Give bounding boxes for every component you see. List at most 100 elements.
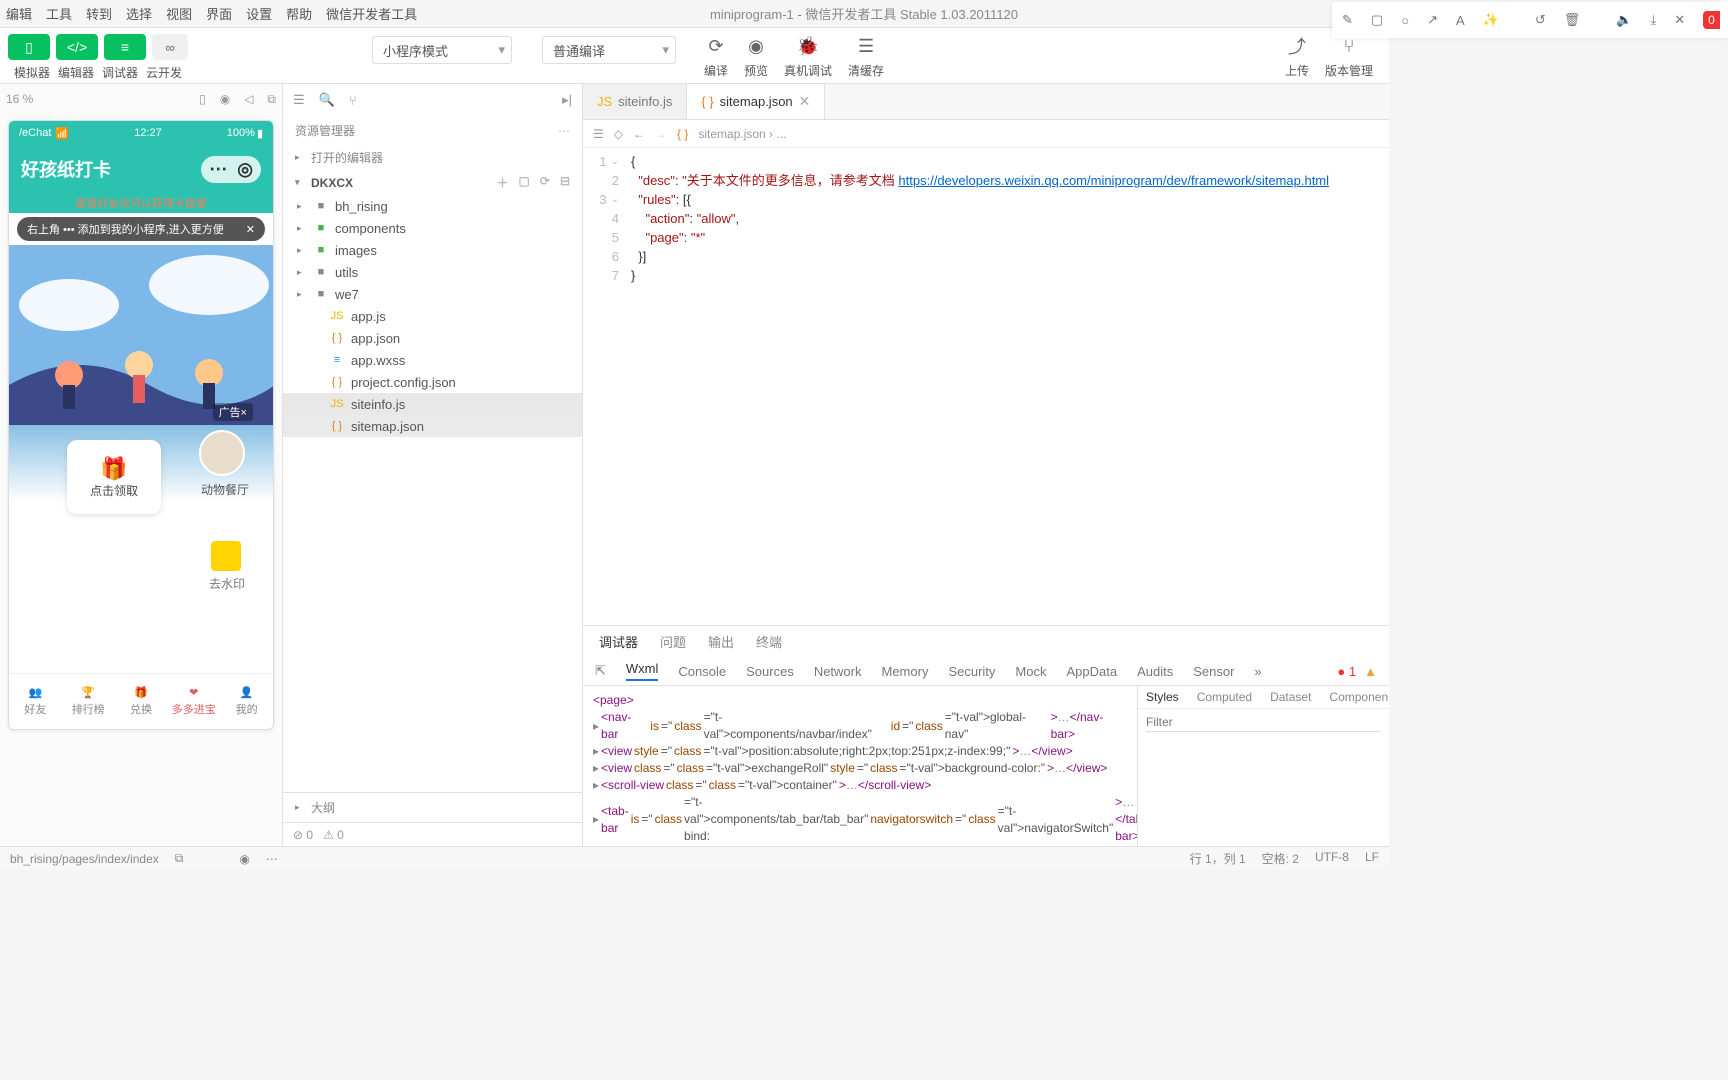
wand-icon[interactable]: ✨ [1483,12,1499,28]
warning-badge[interactable]: ▲ [1364,664,1377,679]
outline-section[interactable]: ▸大纲 [283,792,582,822]
compile-select[interactable]: 普通编译 [542,36,676,64]
menu-devtools[interactable]: 微信开发者工具 [326,4,417,23]
file-images[interactable]: ▸■images [283,239,582,261]
code-editor[interactable]: 1 ⌄23 ⌄4567 { "desc": "关于本文件的更多信息，请参考文档 … [583,148,1389,625]
menu-edit[interactable]: 编辑 [6,4,32,23]
file-app.js[interactable]: JSapp.js [283,305,582,327]
tab-exchange[interactable]: 🎁兑换 [115,674,168,729]
copy-path-icon[interactable]: ⧉ [175,851,184,866]
dt-tab-problems[interactable]: 问题 [660,632,686,651]
tab-friends[interactable]: 👥好友 [9,674,62,729]
close-tab-icon[interactable]: ✕ [799,93,811,110]
inspect-icon[interactable]: ⇱ [595,663,606,679]
collapse-icon[interactable]: ▸| [562,92,572,108]
dt2-wxml[interactable]: Wxml [626,661,659,681]
mute-icon[interactable]: ◁ [244,92,253,107]
tab-me[interactable]: 👤我的 [220,674,273,729]
dt-tab-terminal[interactable]: 终端 [756,632,782,651]
dom-tree[interactable]: <page>▸ <nav-bar is="class="t-val">compo… [583,686,1137,846]
bug-icon[interactable]: 🐞 [796,34,820,58]
back-icon[interactable]: ← [633,127,645,141]
file-siteinfo.js[interactable]: JSsiteinfo.js [283,393,582,415]
click-receive-card[interactable]: 🎁点击领取 [67,440,161,514]
encoding-info[interactable]: UTF-8 [1315,850,1349,867]
clear-cache-icon[interactable]: ☰ [854,34,878,58]
dt2-security[interactable]: Security [948,664,995,679]
text-icon[interactable]: A [1456,13,1465,28]
debugger-toggle-button[interactable]: ≡ [104,34,146,60]
reload-icon[interactable]: ⟳ [704,34,728,58]
indent-info[interactable]: 空格: 2 [1262,850,1299,867]
editor-toggle-button[interactable]: </> [56,34,98,60]
new-folder-icon[interactable]: ▢ [519,174,530,191]
side-computed[interactable]: Computed [1197,690,1252,704]
file-app.wxss[interactable]: ≡app.wxss [283,349,582,371]
file-sitemap.json[interactable]: { }sitemap.json [283,415,582,437]
project-root[interactable]: ▾DKXCX ＋ ▢ ⟳ ⊟ [283,170,582,195]
menu-view[interactable]: 视图 [166,4,192,23]
capsule-menu[interactable]: ⋯◎ [201,156,261,183]
dt2-console[interactable]: Console [678,664,726,679]
file-app.json[interactable]: { }app.json [283,327,582,349]
add-tip-banner[interactable]: 右上角 ••• 添加到我的小程序,进入更方便 ✕ [17,217,265,241]
error-badge[interactable]: ● 1 [1337,664,1356,679]
cursor-pos[interactable]: 行 1，列 1 [1190,850,1246,867]
new-file-icon[interactable]: ＋ [497,174,509,191]
arrow-icon[interactable]: ↗ [1427,12,1438,28]
file-project.config.json[interactable]: { }project.config.json [283,371,582,393]
cloud-toggle-button[interactable]: ∞ [152,34,188,60]
tab-sitemap[interactable]: { }sitemap.json✕ [687,84,825,119]
dt2-audits[interactable]: Audits [1137,664,1173,679]
menu-select[interactable]: 选择 [126,4,152,23]
watermark-square[interactable] [211,541,241,571]
refresh-icon[interactable]: ⟳ [540,174,550,191]
search-icon[interactable]: 🔍 [319,92,335,108]
menu-help[interactable]: 帮助 [286,4,312,23]
err-icon[interactable]: ⊘ 0 [293,828,313,842]
list-icon[interactable]: ☰ [293,92,305,108]
rect-icon[interactable]: ▢ [1371,12,1383,28]
dt2-network[interactable]: Network [814,664,862,679]
status-path[interactable]: bh_rising/pages/index/index [10,852,159,866]
dt2-sensor[interactable]: Sensor [1193,664,1234,679]
dt-tab-debugger[interactable]: 调试器 [599,632,638,651]
file-components[interactable]: ▸■components [283,217,582,239]
animal-avatar[interactable] [199,430,245,476]
open-editors-section[interactable]: ▸打开的编辑器 [283,145,582,170]
breadcrumb-path[interactable]: sitemap.json › ... [698,127,786,141]
more-icon[interactable]: ⋯ [558,124,570,138]
menu-settings[interactable]: 设置 [246,4,272,23]
sound-icon[interactable]: 🔈 [1616,12,1632,28]
side-dataset[interactable]: Dataset [1270,690,1311,704]
dt2-mock[interactable]: Mock [1015,664,1046,679]
more-tabs-icon[interactable]: » [1254,664,1261,679]
circle-icon[interactable]: ○ [1401,13,1409,28]
filter-input[interactable] [1146,713,1381,732]
file-utils[interactable]: ▸■utils [283,261,582,283]
more-status-icon[interactable]: ⋯ [266,852,278,866]
dt2-appdata[interactable]: AppData [1066,664,1117,679]
pen-icon[interactable]: ✎ [1342,12,1353,28]
phone-preview[interactable]: /eChat📶 12:27 100%▮ 好孩纸打卡 ⋯◎ 邀请好友也可以获得卡路… [8,120,274,730]
menu-icon[interactable]: ☰ [593,127,604,141]
collapse-all-icon[interactable]: ⊟ [560,174,570,191]
dt2-memory[interactable]: Memory [882,664,929,679]
file-we7[interactable]: ▸■we7 [283,283,582,305]
side-component[interactable]: Componen [1329,690,1388,704]
tab-rank[interactable]: 🏆排行榜 [62,674,115,729]
tab-ddgb[interactable]: ❤多多进宝 [167,674,220,729]
eye-icon[interactable]: ◉ [744,34,768,58]
simulator-toggle-button[interactable]: ▯ [8,34,50,60]
menu-tools[interactable]: 工具 [46,4,72,23]
close-anno-icon[interactable]: ✕ [1674,12,1685,28]
dt-tab-output[interactable]: 输出 [708,632,734,651]
target-icon[interactable]: ◎ [237,159,253,180]
dt2-sources[interactable]: Sources [746,664,794,679]
side-styles[interactable]: Styles [1146,690,1179,704]
eye-status-icon[interactable]: ◉ [239,852,249,866]
upload-icon[interactable]: ⤴ [1285,34,1309,58]
copy-icon[interactable]: ⧉ [267,92,276,107]
branch-icon[interactable]: ⑂ [349,93,357,108]
undo-icon[interactable]: ↺ [1535,12,1546,28]
